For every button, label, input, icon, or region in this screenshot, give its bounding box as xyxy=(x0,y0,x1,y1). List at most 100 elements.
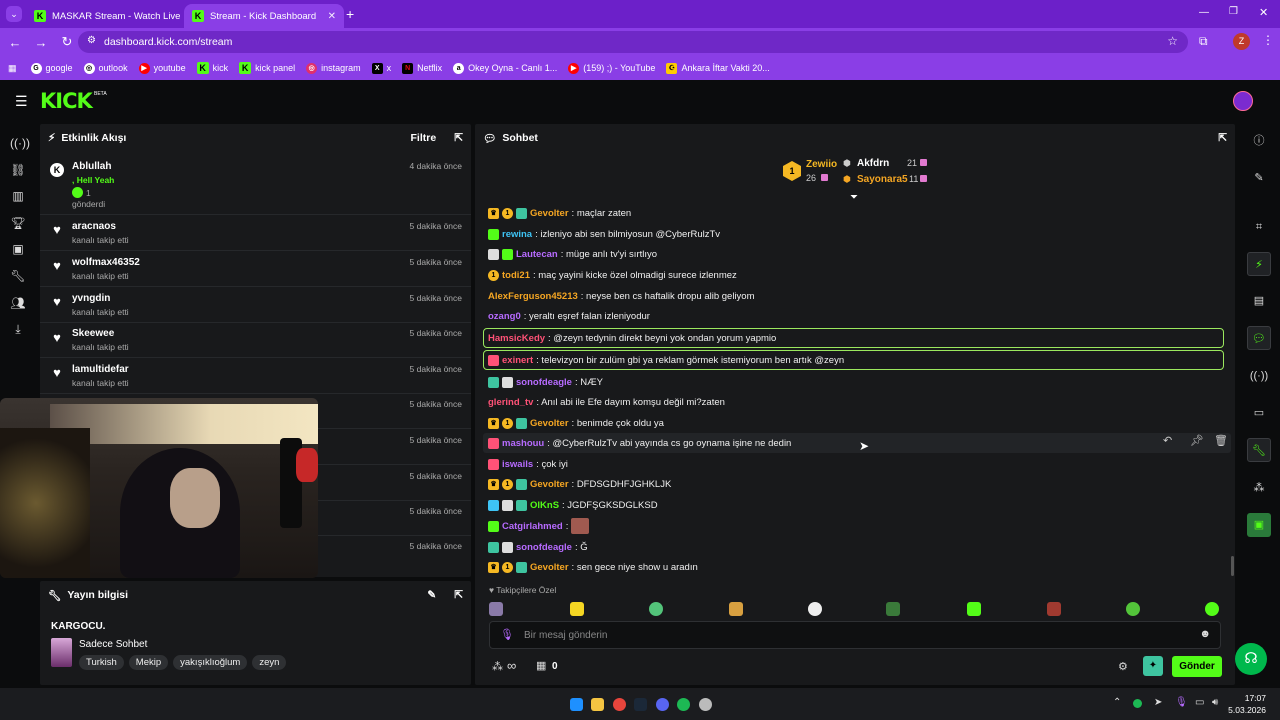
chat-settings-gear-icon[interactable]: ⚙ xyxy=(1118,660,1128,673)
new-tab-button[interactable]: + xyxy=(346,6,354,22)
chat-message[interactable]: Lautecan: müge anlı tv'yi sırtlıyo xyxy=(488,246,657,262)
webcam-preview[interactable] xyxy=(0,398,318,578)
filter-button[interactable]: Filtre xyxy=(411,132,437,144)
video-library-icon[interactable]: ▣ xyxy=(10,242,26,258)
chat-message[interactable]: mashouu: @CyberRulzTv abi yayında cs go … xyxy=(488,435,791,451)
chat-message[interactable]: ozang0: yeraltı eşref falan izleniyodur xyxy=(488,308,650,324)
bookmark-okey[interactable]: a Okey Oyna - Canlı 1... xyxy=(453,62,557,74)
stream-manager-icon[interactable]: ▭ xyxy=(1247,401,1271,425)
wrench-icon[interactable]: 🔧︎ xyxy=(1247,438,1271,462)
app-icon[interactable] xyxy=(699,698,712,711)
live-broadcast-icon[interactable]: ((·)) xyxy=(10,136,30,152)
chat-message[interactable]: sonofdeagle: Ğ xyxy=(488,539,588,555)
chat-username[interactable]: rewina xyxy=(502,229,532,240)
chat-username[interactable]: mashouu xyxy=(502,438,544,449)
pin-icon[interactable]: 📌︎ xyxy=(1190,434,1204,447)
chat-username[interactable]: exinert xyxy=(502,355,533,366)
reload-button[interactable]: ↻ xyxy=(54,34,80,50)
emote-icon[interactable] xyxy=(808,602,822,616)
chat-message[interactable]: iswails: çok iyi xyxy=(488,456,568,472)
edit-pencil-icon[interactable]: ✎ xyxy=(1247,166,1271,190)
chat-message[interactable]: ♛ 1 Gevolter: DFDSGDHFJGHKLJK xyxy=(488,476,671,492)
analytics-icon[interactable]: ▥ xyxy=(10,189,26,205)
store-icon[interactable]: ▦ xyxy=(536,659,546,672)
tag-chip[interactable]: zeyn xyxy=(252,655,287,670)
bookmark-star-icon[interactable]: ☆ xyxy=(1167,34,1178,48)
maximize-button[interactable]: ❐ xyxy=(1229,6,1238,17)
share-nodes-icon[interactable]: ⁂ xyxy=(1247,476,1271,500)
trash-icon[interactable]: 🗑︎ xyxy=(1214,434,1228,447)
bookmark-netflix[interactable]: N Netflix xyxy=(402,62,442,74)
chat-message[interactable]: 1 todi21: maç yayini kicke özel olmadigi … xyxy=(488,267,737,283)
spotify-icon[interactable] xyxy=(677,698,690,711)
bookmark-instagram[interactable]: ◎ instagram xyxy=(306,62,361,74)
profile-avatar[interactable]: Z xyxy=(1233,33,1250,50)
top-gifter-name[interactable]: Zewiio xyxy=(806,159,837,170)
minimize-button[interactable]: — xyxy=(1199,7,1209,18)
chat-message[interactable]: sonofdeagle: NÆY xyxy=(488,374,603,390)
pinned-collapse-icon[interactable]: ⏷ xyxy=(850,192,858,203)
emote-icon[interactable] xyxy=(886,602,900,616)
file-explorer-icon[interactable] xyxy=(591,698,604,711)
bookmark-google[interactable]: Ggoogle xyxy=(30,62,73,74)
kick-logo[interactable]: KICK xyxy=(40,89,93,113)
edit-pencil-icon[interactable]: ✎ xyxy=(427,589,436,601)
chat-username[interactable]: glerind_tv xyxy=(488,397,533,408)
chat-username[interactable]: sonofdeagle xyxy=(516,377,572,388)
microphone-icon[interactable]: 🎙︎ xyxy=(500,628,514,641)
chat-message[interactable]: AlexFerguson45213: neyse ben cs haftalik… xyxy=(488,288,755,304)
chat-username[interactable]: Gevolter xyxy=(530,418,569,429)
chat-username[interactable]: Gevolter xyxy=(530,562,569,573)
wrench-icon[interactable]: 🔧︎ xyxy=(10,269,26,285)
bookmark-outlook[interactable]: ◎ outlook xyxy=(83,62,128,74)
chat-message[interactable]: glerind_tv: Anıl abi ile Efe dayım komşu… xyxy=(488,394,725,410)
emote-icon[interactable] xyxy=(1205,602,1219,616)
extension-app-icon[interactable]: ▣ xyxy=(1247,513,1271,537)
activity-item[interactable]: ♥ lamultidefar kanalı takip etti 5 dakik… xyxy=(40,358,471,394)
activity-lightning-icon[interactable]: ⚡︎ xyxy=(1247,252,1271,276)
user-avatar[interactable] xyxy=(1233,91,1253,111)
popout-icon[interactable]: ⇱ xyxy=(1218,132,1227,144)
second-gifter-name[interactable]: Akfdrn xyxy=(857,158,889,169)
chat-message[interactable]: ♛ 1 Gevolter: sen gece niye show u aradın xyxy=(488,559,698,575)
chat-username[interactable]: HamsicKedy xyxy=(488,333,545,344)
chat-username[interactable]: iswails xyxy=(502,459,533,470)
steam-icon[interactable] xyxy=(634,698,647,711)
chat-message[interactable]: ♛ 1 Gevolter: maçlar zaten xyxy=(488,205,631,221)
activity-item[interactable]: K Ablullah , Hell Yeah 1 gönderdi 4 daki… xyxy=(40,152,471,215)
extensions-icon[interactable]: ⧉ xyxy=(1199,34,1208,49)
tray-telegram-icon[interactable]: ➤ xyxy=(1154,697,1162,708)
chat-username[interactable]: OlKnS xyxy=(530,500,559,511)
document-icon[interactable]: ▤ xyxy=(1247,289,1271,313)
chat-username[interactable]: todi21 xyxy=(502,270,530,281)
chat-scrollbar[interactable] xyxy=(1231,556,1234,576)
browser-menu-icon[interactable]: ⋮ xyxy=(1262,33,1274,47)
window-close-button[interactable]: ✕ xyxy=(1259,6,1268,19)
broadcast-icon[interactable]: ((·)) xyxy=(1247,364,1271,388)
reply-icon[interactable]: ↶ xyxy=(1163,434,1172,447)
chrome-icon[interactable] xyxy=(613,698,626,711)
chat-message[interactable]: rewina: izleniyo abi sen bilmiyosun @Cyb… xyxy=(488,226,720,242)
emoji-icon[interactable]: ☻ xyxy=(1199,628,1211,640)
user-settings-icon[interactable]: 👥︎ xyxy=(10,296,26,312)
tag-chip[interactable]: Turkish xyxy=(79,655,124,670)
chat-username[interactable]: Gevolter xyxy=(530,479,569,490)
tag-chip[interactable]: yakışıklıoğlum xyxy=(173,655,248,670)
third-gifter-name[interactable]: Sayonara5 xyxy=(857,174,908,185)
chat-message[interactable]: OlKnS: JGDFŞGKSDGLKSD xyxy=(488,497,658,513)
discord-icon[interactable] xyxy=(656,698,669,711)
emote-icon[interactable] xyxy=(1126,602,1140,616)
bookmark-youtube[interactable]: ▶ youtube xyxy=(138,62,186,74)
bot-command-icon[interactable]: ✦ xyxy=(1143,656,1163,676)
chat-username[interactable]: sonofdeagle xyxy=(516,542,572,553)
url-input[interactable]: ⚙ dashboard.kick.com/stream ☆ xyxy=(78,31,1188,53)
chat-message[interactable]: HamsicKedy: @zeyn tedynin direkt beyni y… xyxy=(488,330,776,346)
bookmark-ankara-iftar[interactable]: ☪ Ankara İftar Vakti 20... xyxy=(666,62,770,74)
points-icon[interactable]: ⁂ xyxy=(492,660,503,673)
camera-focus-icon[interactable]: ⌗ xyxy=(1247,215,1271,239)
chat-username[interactable]: Catgirlahmed xyxy=(502,521,563,532)
activity-item[interactable]: ♥ yvngdin kanalı takip etti 5 dakika önc… xyxy=(40,287,471,323)
bookmark-kick-panel[interactable]: Kkick panel xyxy=(239,62,295,74)
tab-search-button[interactable]: ⌄ xyxy=(6,6,22,22)
popout-icon[interactable]: ⇱ xyxy=(454,132,463,144)
